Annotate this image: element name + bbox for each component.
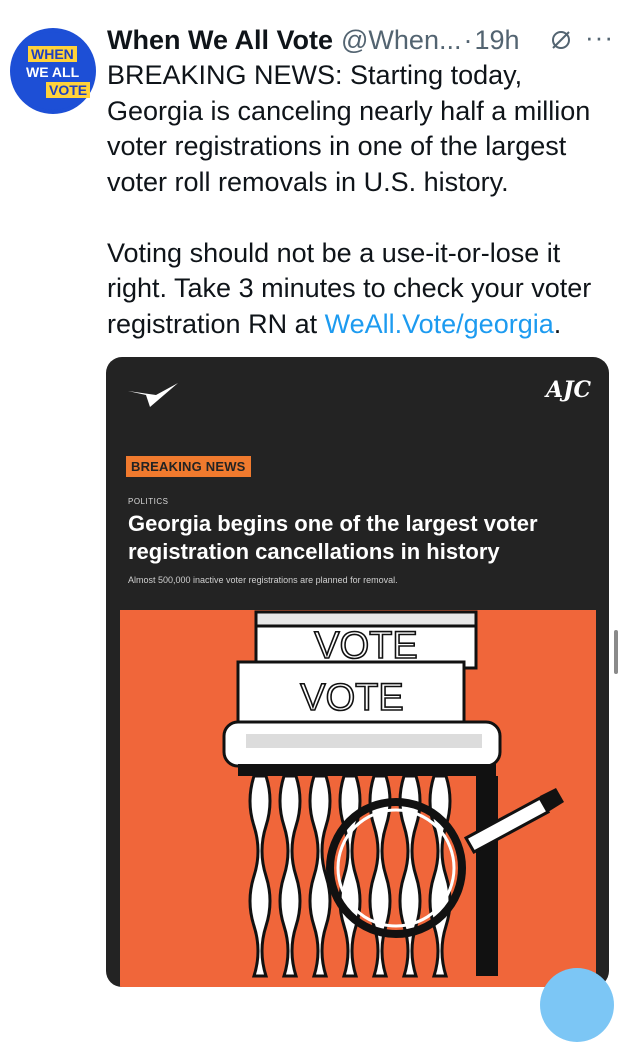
- ballot-middle: VOTE: [236, 660, 466, 726]
- card-subline: Almost 500,000 inactive voter registrati…: [128, 575, 398, 585]
- ballot-top: VOTE: [254, 610, 478, 670]
- illustration-svg: VOTE VOTE: [222, 610, 564, 978]
- section-label: POLITICS: [128, 497, 169, 506]
- tweet-paragraph-1: BREAKING NEWS: Starting today, Georgia i…: [107, 60, 591, 197]
- media-card[interactable]: AJC BREAKING NEWS POLITICS Georgia begin…: [106, 357, 609, 987]
- registration-link[interactable]: WeAll.Vote/georgia: [325, 309, 554, 339]
- card-headline: Georgia begins one of the largest voter …: [128, 511, 538, 564]
- shredder-illustration: VOTE VOTE: [120, 610, 596, 987]
- grok-icon[interactable]: [549, 28, 573, 52]
- author-handle[interactable]: @When...: [341, 25, 461, 56]
- ballot-word-2: VOTE: [300, 677, 403, 719]
- breaking-news-badge: BREAKING NEWS: [126, 456, 251, 477]
- tweet-text: BREAKING NEWS: Starting today, Georgia i…: [107, 58, 617, 342]
- checkmark-logo-icon: [128, 383, 178, 407]
- tweet-timestamp[interactable]: 19h: [474, 25, 519, 56]
- tweet-paragraph-2-end: .: [553, 308, 562, 339]
- more-icon[interactable]: ···: [585, 22, 614, 53]
- tweet-header: When We All Vote @When... · 19h ···: [107, 22, 613, 58]
- avatar-word-1: WHEN: [28, 46, 77, 62]
- avatar-logo: WHEN WE ALL VOTE: [14, 32, 92, 110]
- author-avatar[interactable]: WHEN WE ALL VOTE: [10, 28, 96, 114]
- publisher-logo: AJC: [546, 377, 591, 403]
- avatar-word-2: WE ALL: [26, 64, 80, 80]
- avatar-word-3: VOTE: [46, 82, 91, 98]
- tweet-paragraph-2: Voting should not be a use-it-or-lose it…: [107, 236, 617, 343]
- compose-fab-icon[interactable]: [540, 968, 614, 1042]
- author-name[interactable]: When We All Vote: [107, 25, 333, 56]
- separator-dot: ·: [463, 24, 473, 55]
- scrollbar[interactable]: [614, 630, 618, 674]
